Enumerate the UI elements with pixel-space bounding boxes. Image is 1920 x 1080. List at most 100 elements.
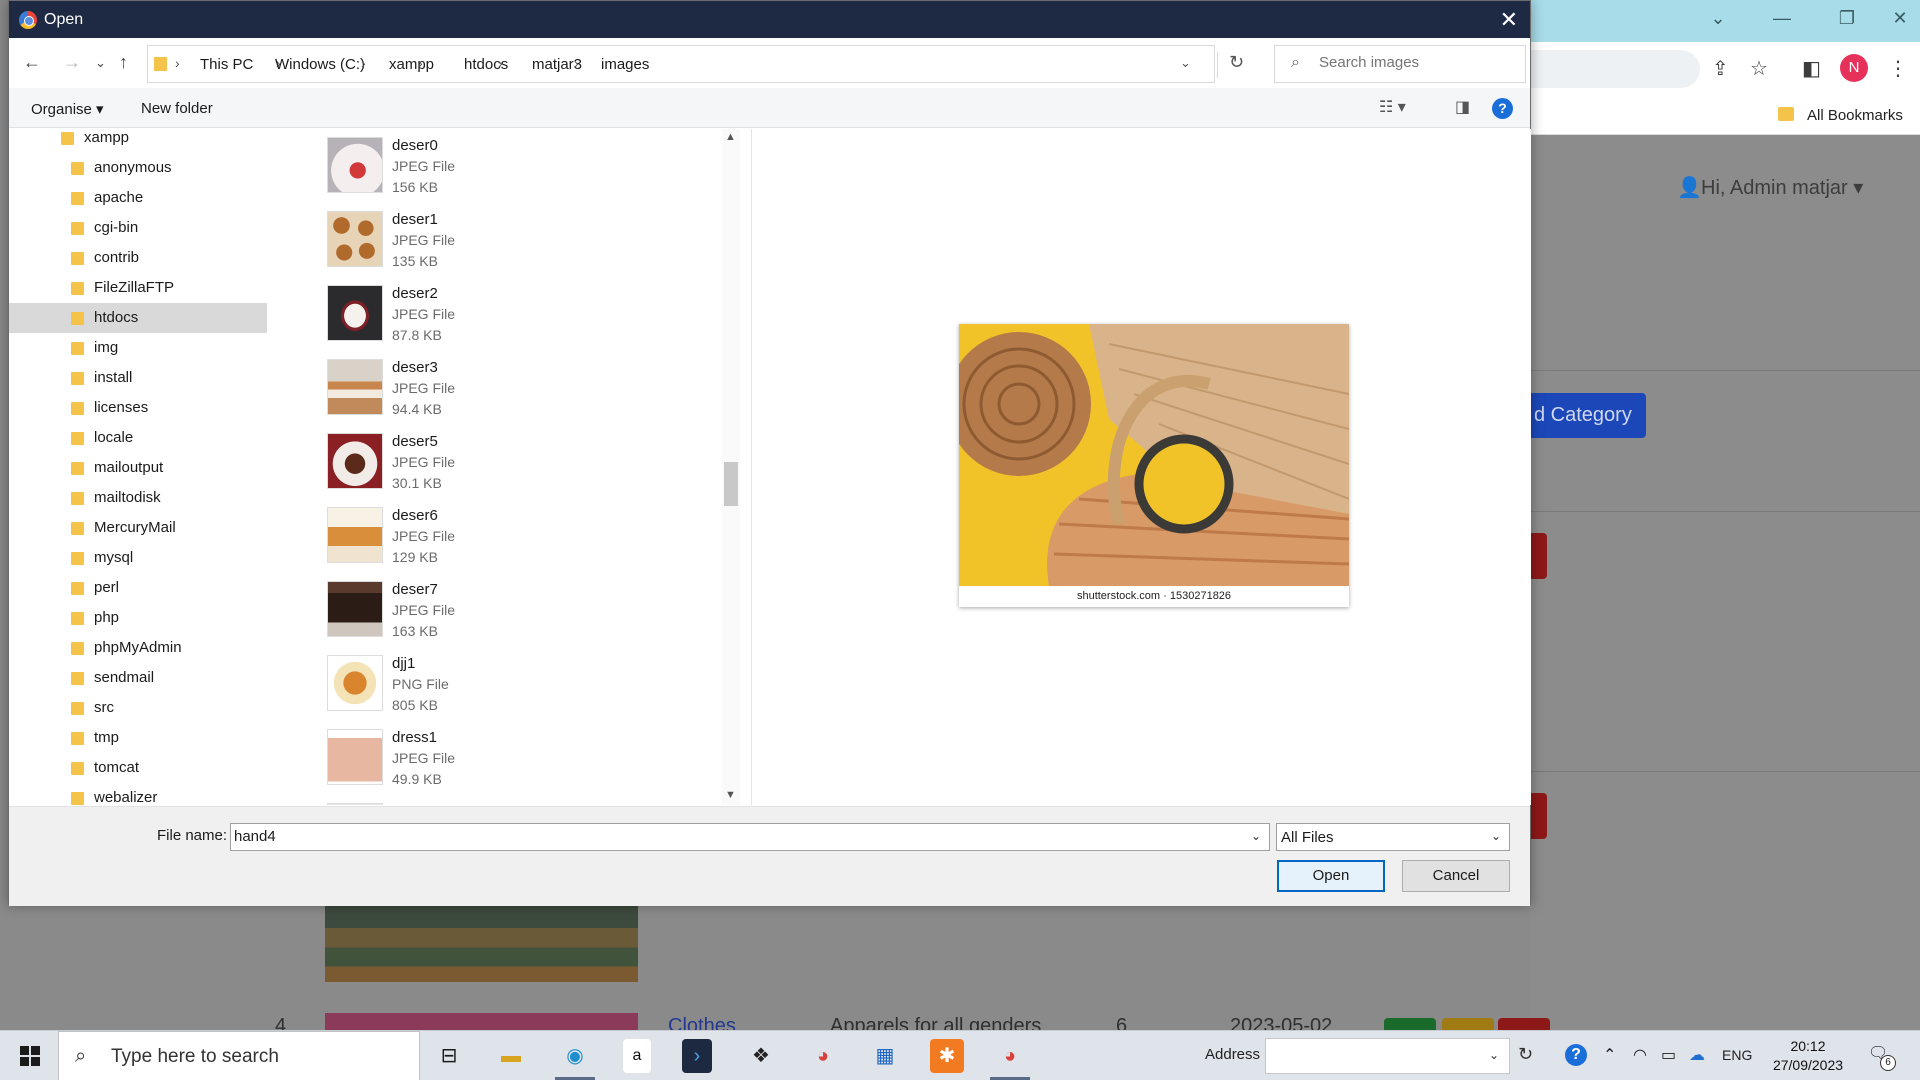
file-item-deser7[interactable]: deser7 JPEG File 163 KB: [289, 577, 719, 651]
delete-button[interactable]: [1498, 1018, 1550, 1030]
chevron-down-icon[interactable]: ⌄: [1180, 55, 1191, 71]
delete-button[interactable]: [1530, 533, 1547, 579]
file-item-deser1[interactable]: deser1 JPEG File 135 KB: [289, 207, 719, 281]
url-bar[interactable]: [1530, 50, 1700, 88]
tree-item-cgi-bin[interactable]: cgi-bin: [9, 213, 267, 243]
tree-item-locale[interactable]: locale: [9, 423, 267, 453]
battery-icon[interactable]: ▭: [1661, 1045, 1676, 1065]
dropbox-icon[interactable]: ❖: [744, 1039, 778, 1073]
file-list-scrollbar[interactable]: ▲ ▼: [722, 129, 740, 805]
share-icon[interactable]: ⇪: [1712, 56, 1729, 81]
tree-item-xampp[interactable]: xampp: [9, 129, 267, 153]
tree-item-phpmyadmin[interactable]: phpMyAdmin: [9, 633, 267, 663]
refresh-icon[interactable]: ↻: [1518, 1044, 1533, 1065]
file-item-flower1[interactable]: flower1: [289, 799, 719, 805]
organise-button[interactable]: Organise ▾: [31, 100, 104, 118]
search-input[interactable]: [1319, 54, 1519, 71]
chevron-down-icon[interactable]: ⌄: [1489, 1048, 1499, 1062]
view-options-icon[interactable]: ☷ ▾: [1379, 97, 1406, 117]
tree-item-sendmail[interactable]: sendmail: [9, 663, 267, 693]
breadcrumb-this-pc[interactable]: This PC: [200, 56, 253, 73]
tree-item-img[interactable]: img: [9, 333, 267, 363]
open-button[interactable]: Open: [1277, 860, 1385, 892]
tree-item-tomcat[interactable]: tomcat: [9, 753, 267, 783]
tree-item-apache[interactable]: apache: [9, 183, 267, 213]
restore-icon[interactable]: ❐: [1832, 8, 1862, 32]
scroll-thumb[interactable]: [724, 462, 738, 506]
tree-item-anonymous[interactable]: anonymous: [9, 153, 267, 183]
up-arrow-icon[interactable]: ↑: [119, 52, 128, 73]
add-category-button[interactable]: d Category: [1530, 393, 1646, 438]
cancel-button[interactable]: Cancel: [1402, 860, 1510, 892]
amazon-icon[interactable]: a: [623, 1039, 651, 1073]
tree-item-src[interactable]: src: [9, 693, 267, 723]
file-item-deser6[interactable]: deser6 JPEG File 129 KB: [289, 503, 719, 577]
tree-item-mailtodisk[interactable]: mailtodisk: [9, 483, 267, 513]
wifi-icon[interactable]: ◠: [1633, 1045, 1647, 1065]
chevron-down-icon[interactable]: ⌄: [1703, 8, 1733, 32]
all-bookmarks-link[interactable]: All Bookmarks: [1807, 107, 1903, 124]
search-box[interactable]: ⌕: [1274, 45, 1526, 83]
preview-pane-icon[interactable]: ◨: [1455, 97, 1470, 117]
chevron-down-icon[interactable]: ⌄: [1251, 829, 1261, 843]
file-explorer-icon[interactable]: ▬: [494, 1039, 528, 1073]
refresh-icon[interactable]: ↻: [1217, 52, 1255, 78]
file-name-input[interactable]: [234, 828, 1234, 845]
tree-item-mysql[interactable]: mysql: [9, 543, 267, 573]
language-indicator[interactable]: ENG: [1722, 1047, 1752, 1063]
taskbar-search[interactable]: ⌕ Type here to search: [58, 1031, 420, 1080]
tree-item-php[interactable]: php: [9, 603, 267, 633]
file-item-deser0[interactable]: deser0 JPEG File 156 KB: [289, 133, 719, 207]
chevron-right-icon[interactable]: ›: [361, 55, 366, 71]
scroll-down-icon[interactable]: ▼: [725, 789, 736, 801]
address-toolbar-input[interactable]: ⌄: [1265, 1038, 1510, 1074]
file-item-deser5[interactable]: deser5 JPEG File 30.1 KB: [289, 429, 719, 503]
star-icon[interactable]: ☆: [1750, 56, 1768, 81]
visual-studio-icon[interactable]: ›: [682, 1039, 712, 1073]
tree-item-licenses[interactable]: licenses: [9, 393, 267, 423]
file-item-dress1[interactable]: dress1 JPEG File 49.9 KB: [289, 725, 719, 799]
delete-button[interactable]: [1530, 793, 1547, 839]
onedrive-icon[interactable]: ☁: [1689, 1045, 1705, 1065]
file-item-djj1[interactable]: djj1 PNG File 805 KB: [289, 651, 719, 725]
profile-avatar[interactable]: N: [1840, 54, 1868, 82]
breadcrumb-windows-c[interactable]: Windows (C:): [275, 56, 365, 73]
chevron-right-icon[interactable]: ›: [574, 55, 579, 71]
minimize-icon[interactable]: —: [1767, 8, 1797, 32]
tree-item-filezillaftp[interactable]: FileZillaFTP: [9, 273, 267, 303]
notification-center-icon[interactable]: 🗨 6: [1868, 1043, 1896, 1071]
view-button[interactable]: [1384, 1018, 1436, 1030]
chrome-icon[interactable]: ◕: [806, 1039, 840, 1073]
chrome-profile-icon[interactable]: ◕: [993, 1039, 1027, 1073]
file-item-deser2[interactable]: deser2 JPEG File 87.8 KB: [289, 281, 719, 355]
task-view-icon[interactable]: ⊟: [432, 1039, 466, 1073]
file-name-combobox[interactable]: ⌄: [230, 823, 1270, 851]
side-panel-icon[interactable]: ◧: [1802, 56, 1821, 81]
chevron-right-icon[interactable]: ›: [418, 55, 423, 71]
store-icon[interactable]: ▦: [868, 1039, 902, 1073]
back-arrow-icon[interactable]: ←: [23, 52, 41, 73]
tree-item-htdocs[interactable]: htdocs: [9, 303, 267, 333]
file-type-select[interactable]: All Files ⌄: [1276, 823, 1510, 851]
edit-button[interactable]: [1442, 1018, 1494, 1030]
chevron-right-icon[interactable]: ›: [498, 55, 503, 71]
edge-icon[interactable]: ◉: [558, 1039, 592, 1073]
breadcrumb-xampp[interactable]: xampp: [389, 56, 434, 73]
xampp-icon[interactable]: ✱: [930, 1039, 964, 1073]
chevron-down-icon[interactable]: ⌄: [1491, 829, 1501, 843]
tree-item-webalizer[interactable]: webalizer: [9, 783, 267, 805]
new-folder-button[interactable]: New folder: [141, 100, 213, 117]
close-icon[interactable]: ✕: [1885, 8, 1915, 32]
scroll-up-icon[interactable]: ▲: [725, 131, 736, 143]
tree-item-perl[interactable]: perl: [9, 573, 267, 603]
windows-start-icon[interactable]: [20, 1046, 40, 1066]
file-item-deser3[interactable]: deser3 JPEG File 94.4 KB: [289, 355, 719, 429]
help-icon[interactable]: ?: [1565, 1044, 1587, 1066]
more-menu-icon[interactable]: ⋮: [1888, 56, 1908, 81]
tree-item-install[interactable]: install: [9, 363, 267, 393]
tree-item-mailoutput[interactable]: mailoutput: [9, 453, 267, 483]
tree-item-contrib[interactable]: contrib: [9, 243, 267, 273]
forward-arrow-icon[interactable]: →: [63, 52, 81, 73]
clock[interactable]: 20:12 27/09/2023: [1768, 1037, 1848, 1075]
breadcrumb-images[interactable]: images: [601, 56, 649, 73]
